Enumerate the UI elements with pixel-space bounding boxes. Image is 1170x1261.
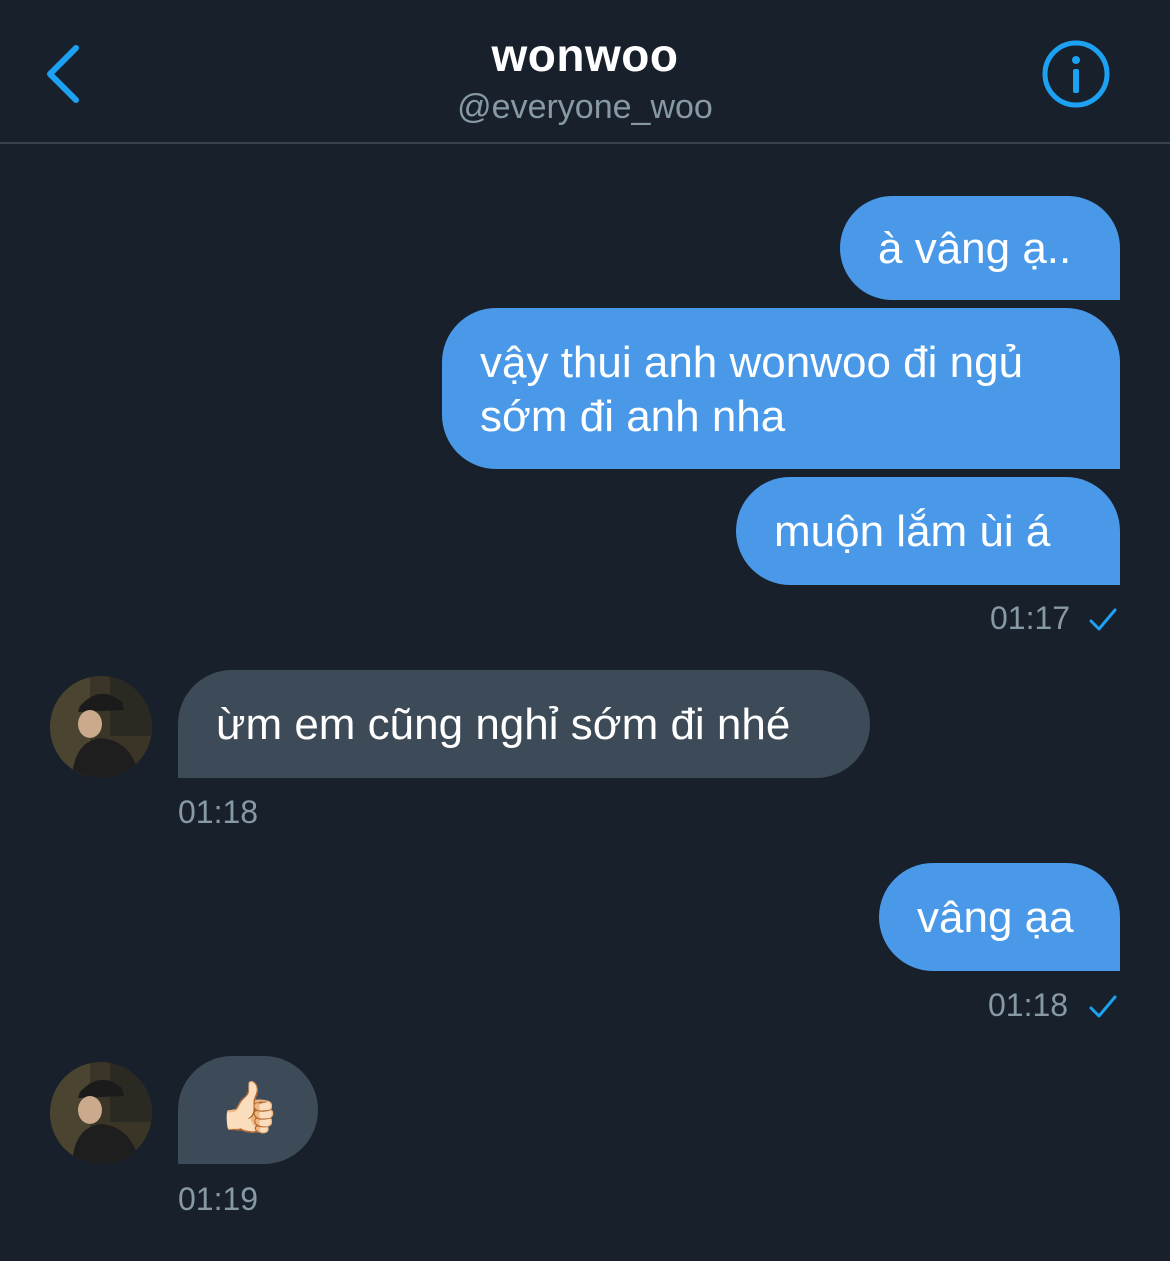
message-bubble-outgoing[interactable]: vậy thui anh wonwoo đi ngủ sớm đi anh nh… <box>442 308 1120 469</box>
message-text-line: vậy thui anh wonwoo đi ngủ <box>480 338 1024 387</box>
message-bubble-outgoing[interactable]: vâng ạa <box>879 863 1120 971</box>
message-timestamp: 01:19 <box>178 1181 259 1217</box>
conversation-handle: @everyone_woo <box>457 88 713 126</box>
message-text: ừm em cũng nghỉ sớm đi nhé <box>216 700 791 749</box>
avatar[interactable] <box>50 676 152 778</box>
message-text-line: sớm đi anh nha <box>480 392 786 441</box>
message-bubble-outgoing[interactable]: muộn lắm ùi á <box>736 477 1120 585</box>
message-timestamp: 01:17 <box>990 600 1071 636</box>
avatar-image <box>50 1062 152 1164</box>
message-text: muộn lắm ùi á <box>774 507 1051 556</box>
message-timestamp: 01:18 <box>988 987 1069 1023</box>
avatar[interactable] <box>50 1062 152 1164</box>
conversation-title[interactable]: wonwoo <box>0 28 1170 82</box>
checkmark-icon <box>1089 995 1117 1018</box>
info-button[interactable] <box>1040 38 1112 110</box>
checkmark-icon <box>1089 608 1117 631</box>
conversation-header: wonwoo @everyone_woo <box>0 0 1170 144</box>
message-bubble-outgoing[interactable]: à vâng ạ.. <box>840 196 1120 300</box>
info-icon <box>1042 40 1110 108</box>
avatar-image <box>50 676 152 778</box>
message-text: à vâng ạ.. <box>878 224 1072 273</box>
thumbs-up-emoji: 👍🏻 <box>218 1079 281 1135</box>
message-text: vâng ạa <box>917 893 1074 942</box>
message-bubble-incoming[interactable]: 👍🏻 <box>178 1056 318 1164</box>
message-timestamp: 01:18 <box>178 794 259 830</box>
message-bubble-incoming[interactable]: ừm em cũng nghỉ sớm đi nhé <box>178 670 870 778</box>
